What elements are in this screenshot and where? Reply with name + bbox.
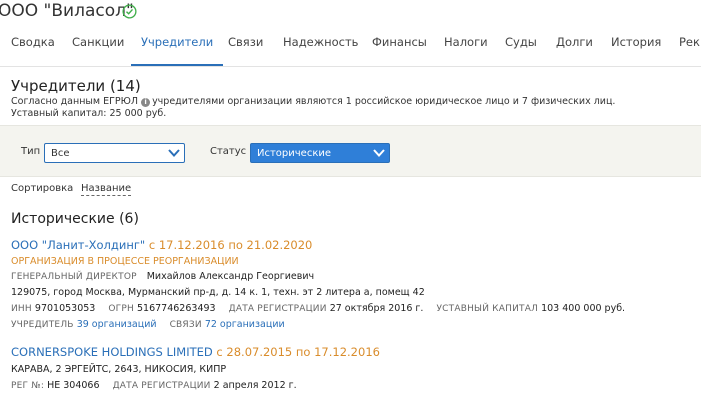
tab-taxes[interactable]: Налоги xyxy=(444,30,488,64)
record-header: ООО "Ланит-Холдинг" с 17.12.2016 по 21.0… xyxy=(11,238,312,252)
status-filter-label: Статус xyxy=(210,146,247,157)
inn-value: 9701053053 xyxy=(34,303,96,314)
sort-label: Сортировка xyxy=(11,183,74,194)
record-details: ИНН 9701053053 ОГРН 5167746263493 ДАТА Р… xyxy=(11,303,625,314)
tab-history[interactable]: История xyxy=(611,30,661,64)
founders-info: Согласно данным ЕГРЮЛ i учредителями орга… xyxy=(11,96,615,107)
info-prefix: Согласно данным ЕГРЮЛ xyxy=(11,96,139,107)
reg-date-label: ДАТА РЕГИСТРАЦИИ xyxy=(112,381,211,391)
authorized-capital: Уставный капитал: 25 000 руб. xyxy=(11,108,167,119)
director-label: ГЕНЕРАЛЬНЫЙ ДИРЕКТОР xyxy=(11,272,137,282)
record-name-link[interactable]: CORNERSPOKE HOLDINGS LIMITED xyxy=(11,345,213,359)
verified-check-icon xyxy=(122,4,137,19)
record-director: ГЕНЕРАЛЬНЫЙ ДИРЕКТОР Михайлов Александр Г… xyxy=(11,271,314,282)
capital-label: УСТАВНЫЙ КАПИТАЛ xyxy=(436,304,539,314)
status-select[interactable]: Исторические xyxy=(250,143,390,163)
record-name-link[interactable]: ООО "Ланит-Холдинг" xyxy=(11,238,145,252)
historical-title: Исторические (6) xyxy=(11,211,139,227)
record-status: ОРГАНИЗАЦИЯ В ПРОЦЕССЕ РЕОРГАНИЗАЦИИ xyxy=(11,256,239,267)
info-icon[interactable]: i xyxy=(141,98,151,107)
reg-date-value: 27 октября 2016 г. xyxy=(329,303,424,314)
reg-date-value: 2 апреля 2012 г. xyxy=(213,380,297,391)
main-content: Учредители (14) Согласно данным ЕГРЮЛ iу… xyxy=(0,67,701,400)
tab-courts[interactable]: Суды xyxy=(505,30,537,64)
tab-connections[interactable]: Связи xyxy=(228,30,263,64)
record-header: CORNERSPOKE HOLDINGS LIMITED с 28.07.201… xyxy=(11,345,380,359)
tab-bar: Сводка Санкции Учредители Связи Надежнос… xyxy=(0,30,701,66)
director-value: Михайлов Александр Георгиевич xyxy=(146,271,315,282)
record-relations: УЧРЕДИТЕЛЬ 39 организаций СВЯЗИ 72 орган… xyxy=(11,319,285,330)
type-filter-label: Тип xyxy=(21,146,41,157)
status-badge: ОРГАНИЗАЦИЯ В ПРОЦЕССЕ РЕОРГАНИЗАЦИИ xyxy=(11,256,239,267)
capital-value: 103 400 000 руб. xyxy=(541,303,626,314)
header: ООО "Виласол" Сводка Санкции Учредители … xyxy=(0,0,701,67)
sort-by-name[interactable]: Название xyxy=(81,183,132,196)
company-title: ООО "Виласол" xyxy=(0,1,134,21)
regno-value: HE 304066 xyxy=(47,380,100,391)
page-title: Учредители (14) xyxy=(11,77,141,95)
chevron-down-icon xyxy=(373,149,385,157)
links-link[interactable]: 72 организации xyxy=(205,319,285,330)
reg-date-label: ДАТА РЕГИСТРАЦИИ xyxy=(228,304,327,314)
tab-more[interactable]: Рек xyxy=(679,30,700,64)
type-select-value: Все xyxy=(51,148,70,159)
tab-reliability[interactable]: Надежность xyxy=(283,30,358,64)
record-address: 129075, город Москва, Мурманский пр-д, д… xyxy=(11,287,425,298)
founder-label: УЧРЕДИТЕЛЬ xyxy=(11,320,74,330)
links-label: СВЯЗИ xyxy=(169,320,202,330)
tab-founders[interactable]: Учредители xyxy=(131,30,224,66)
ogrn-label: ОГРН xyxy=(108,304,134,314)
inn-label: ИНН xyxy=(11,304,32,314)
chevron-down-icon xyxy=(168,149,180,157)
type-select[interactable]: Все xyxy=(44,143,185,163)
record-dates: с 28.07.2015 по 17.12.2016 xyxy=(212,345,380,359)
tab-finances[interactable]: Финансы xyxy=(372,30,427,64)
ogrn-value: 5167746263493 xyxy=(137,303,216,314)
tab-summary[interactable]: Сводка xyxy=(11,30,55,64)
record-address: КАРАВА, 2 ЭРГЕЙТС, 2643, НИКОСИЯ, КИПР xyxy=(11,364,227,375)
status-select-value: Исторические xyxy=(257,148,332,159)
record-dates: с 17.12.2016 по 21.02.2020 xyxy=(145,238,313,252)
regno-label: РЕГ №: xyxy=(11,381,45,391)
founder-link[interactable]: 39 организаций xyxy=(77,319,157,330)
record-details: РЕГ №: HE 304066 ДАТА РЕГИСТРАЦИИ 2 апре… xyxy=(11,380,297,391)
tab-debts[interactable]: Долги xyxy=(556,30,593,64)
tab-sanctions[interactable]: Санкции xyxy=(72,30,124,64)
info-rest: учредителями организации являются 1 росс… xyxy=(152,96,616,107)
filter-panel: Тип Все Статус Исторические xyxy=(0,125,701,177)
